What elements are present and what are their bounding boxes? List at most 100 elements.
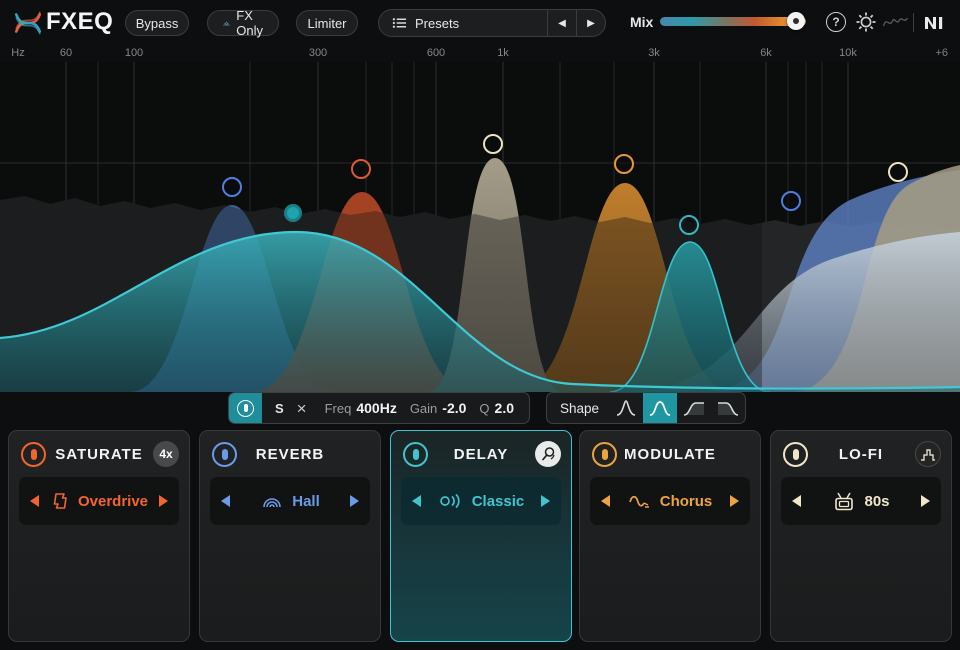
freq-tick-1k: 1k bbox=[497, 47, 509, 59]
ping-pong-badge[interactable] bbox=[535, 441, 561, 467]
mode-prev-arrow[interactable] bbox=[601, 495, 610, 507]
mode-value: 80s bbox=[864, 493, 889, 510]
band-freq-label: Freq bbox=[325, 401, 352, 416]
mode-value: Overdrive bbox=[78, 493, 148, 510]
mode-next-arrow[interactable] bbox=[159, 495, 168, 507]
mode-next-arrow[interactable] bbox=[541, 495, 550, 507]
module-card-delay[interactable]: DELAY Classic ♪ Time Feedback bbox=[390, 430, 572, 642]
gain-tick-plus6: +6 bbox=[935, 47, 948, 59]
band-freq-value[interactable]: 400Hz bbox=[356, 400, 396, 416]
band-shape-toolbar: Shape bbox=[546, 392, 746, 424]
shape-peak-icon bbox=[614, 399, 638, 417]
eq-band-handle-reverb-low[interactable] bbox=[222, 177, 242, 197]
mode-next-arrow[interactable] bbox=[921, 495, 930, 507]
module-title: REVERB bbox=[200, 446, 380, 463]
fxeq-logo-icon bbox=[13, 9, 43, 37]
freq-tick-3k: 3k bbox=[648, 47, 660, 59]
lofi-mode-selector[interactable]: 80s bbox=[781, 477, 941, 525]
hall-reverb-icon bbox=[260, 491, 284, 511]
module-card-lofi[interactable]: LO-FI 80s Wear Wobble bbox=[770, 430, 952, 642]
arrow-right-icon: ▶ bbox=[587, 18, 595, 29]
freq-axis-unit: Hz bbox=[11, 47, 24, 59]
eq-band-handle-delay-selected[interactable] bbox=[284, 204, 302, 222]
eq-band-handle-lofi-mid[interactable] bbox=[483, 134, 503, 154]
mode-value: Hall bbox=[292, 493, 320, 510]
presets-label: Presets bbox=[415, 16, 459, 31]
eq-band-handle-delay-2[interactable] bbox=[679, 215, 699, 235]
delay-mode-selector[interactable]: Classic bbox=[401, 477, 561, 525]
mode-next-arrow[interactable] bbox=[350, 495, 359, 507]
eq-band-handle-reverb-high[interactable] bbox=[781, 191, 801, 211]
eq-band-handle-saturate[interactable] bbox=[351, 159, 371, 179]
preset-list-icon bbox=[392, 17, 407, 29]
shape-bell-icon bbox=[648, 399, 672, 417]
topbar-divider bbox=[913, 13, 914, 32]
shape-high-shelf-button[interactable] bbox=[711, 392, 745, 424]
shape-bell-button[interactable] bbox=[643, 392, 677, 424]
shape-high-shelf-icon bbox=[716, 399, 740, 417]
retro-tv-icon bbox=[832, 491, 856, 512]
fx-only-bells-icon bbox=[223, 17, 230, 30]
mode-value: Classic bbox=[472, 493, 525, 510]
ni-logo-icon bbox=[922, 13, 946, 31]
chorus-wave-icon bbox=[628, 492, 652, 510]
preset-prev-button[interactable]: ◀ bbox=[547, 10, 576, 36]
ping-pong-icon bbox=[540, 446, 556, 462]
module-card-saturate[interactable]: SATURATE 4x Overdrive Drive Tilt bbox=[8, 430, 190, 642]
bitcrush-badge[interactable] bbox=[915, 441, 941, 467]
module-title: MODULATE bbox=[580, 446, 760, 463]
band-gain-value[interactable]: -2.0 bbox=[442, 400, 466, 416]
mode-prev-arrow[interactable] bbox=[792, 495, 801, 507]
freq-tick-6k: 6k bbox=[760, 47, 772, 59]
mix-label: Mix bbox=[630, 14, 653, 30]
mix-slider[interactable] bbox=[660, 17, 806, 26]
band-q-label: Q bbox=[479, 401, 489, 416]
eq-band-handle-modulate[interactable] bbox=[614, 154, 634, 174]
freq-tick-10k: 10k bbox=[839, 47, 857, 59]
shape-peak-button[interactable] bbox=[609, 392, 643, 424]
limiter-button[interactable]: Limiter bbox=[296, 10, 358, 36]
band-solo-button[interactable]: S bbox=[275, 401, 284, 416]
band-power-button[interactable] bbox=[229, 392, 262, 424]
preset-next-button[interactable]: ▶ bbox=[576, 10, 605, 36]
mode-prev-arrow[interactable] bbox=[221, 495, 230, 507]
freq-tick-100: 100 bbox=[125, 47, 143, 59]
shape-label: Shape bbox=[560, 401, 599, 416]
freq-tick-600: 600 bbox=[427, 47, 445, 59]
reverb-mode-selector[interactable]: Hall bbox=[210, 477, 370, 525]
modulate-mode-selector[interactable]: Chorus bbox=[590, 477, 750, 525]
eq-display[interactable] bbox=[0, 62, 960, 392]
module-card-modulate[interactable]: MODULATE Chorus ♪ Rate Depth bbox=[579, 430, 761, 642]
eq-band-handle-lofi-high[interactable] bbox=[888, 162, 908, 182]
help-button[interactable]: ? bbox=[826, 12, 846, 32]
eq-curves-canvas bbox=[0, 62, 960, 392]
band-q-value[interactable]: 2.0 bbox=[495, 400, 514, 416]
shape-low-shelf-button[interactable] bbox=[677, 392, 711, 424]
band-gain-label: Gain bbox=[410, 401, 437, 416]
settings-gear-icon[interactable] bbox=[855, 11, 877, 33]
power-icon bbox=[237, 400, 254, 417]
freq-tick-300: 300 bbox=[309, 47, 327, 59]
overdrive-icon bbox=[50, 491, 70, 511]
oversampling-badge: 4x bbox=[153, 441, 179, 467]
bypass-button[interactable]: Bypass bbox=[125, 10, 189, 36]
mix-slider-handle[interactable] bbox=[787, 12, 805, 30]
selected-band-toolbar: S × Freq 400Hz Gain -2.0 Q 2.0 bbox=[228, 392, 530, 424]
mode-value: Chorus bbox=[660, 493, 713, 510]
stairstep-wave-icon bbox=[920, 448, 936, 461]
mode-next-arrow[interactable] bbox=[730, 495, 739, 507]
app-title: FXEQ bbox=[46, 8, 113, 36]
module-card-reverb[interactable]: REVERB Hall ♪ ♪ Pre-Delay Decay bbox=[199, 430, 381, 642]
mode-prev-arrow[interactable] bbox=[30, 495, 39, 507]
izotope-signature-icon bbox=[882, 14, 909, 30]
fx-only-button[interactable]: FX Only bbox=[207, 10, 279, 36]
band-close-icon[interactable]: × bbox=[297, 400, 307, 417]
fxeq-plugin-window: FXEQ Bypass FX Only Limiter Presets ◀ ▶ … bbox=[0, 0, 960, 650]
classic-delay-icon bbox=[438, 491, 464, 511]
presets-selector[interactable]: Presets ◀ ▶ bbox=[378, 9, 606, 37]
freq-tick-60: 60 bbox=[60, 47, 72, 59]
arrow-left-icon: ◀ bbox=[558, 18, 566, 29]
shape-low-shelf-icon bbox=[682, 399, 706, 417]
saturate-mode-selector[interactable]: Overdrive bbox=[19, 477, 179, 525]
mode-prev-arrow[interactable] bbox=[412, 495, 421, 507]
